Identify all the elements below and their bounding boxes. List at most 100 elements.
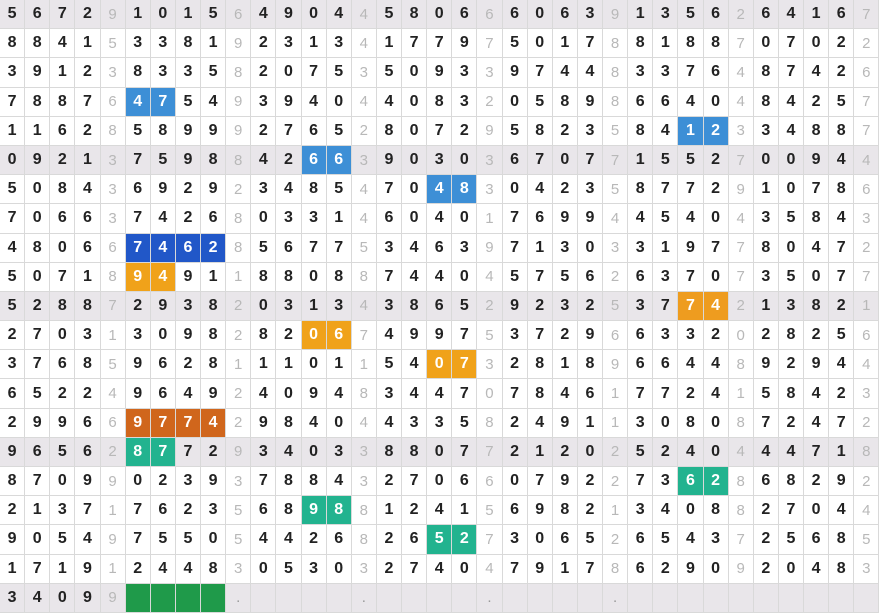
grid-cell: 2	[276, 145, 302, 176]
grid-cell: 4	[854, 350, 880, 380]
grid-cell: 2	[854, 467, 880, 497]
grid-cell: 3	[326, 291, 352, 322]
grid-cell: 0	[402, 58, 428, 88]
grid-cell: 6	[854, 321, 880, 351]
grid-cell: 3	[577, 175, 603, 205]
grid-cell: 5	[477, 321, 503, 351]
grid-cell: 3	[175, 291, 201, 322]
grid-cell: 7	[452, 379, 478, 409]
grid-cell: 7	[402, 554, 428, 584]
grid-cell: 7	[125, 145, 151, 176]
grid-cell: 2	[753, 496, 779, 526]
grid-cell: 7	[728, 262, 754, 292]
grid-cell: 3	[100, 204, 126, 234]
grid-cell: 4	[326, 467, 352, 497]
grid-cell: 3	[201, 496, 227, 526]
grid-cell: 4	[351, 291, 377, 322]
grid-cell: 3	[226, 467, 252, 497]
grid-cell: 1	[678, 116, 704, 146]
grid-cell: 8	[376, 116, 402, 146]
grid-cell: 5	[0, 262, 26, 292]
grid-cell: 1	[376, 29, 402, 59]
grid-cell: 3	[854, 379, 880, 409]
grid-cell: 2	[0, 408, 26, 438]
grid-cell: 5	[376, 0, 402, 30]
grid-cell: 7	[628, 379, 654, 409]
grid-cell: 4	[402, 262, 428, 292]
grid-cell: 4	[276, 175, 302, 205]
grid-cell: 5	[251, 233, 277, 263]
grid-cell: 4	[577, 58, 603, 88]
grid-cell: 5	[175, 525, 201, 555]
grid-cell: 7	[577, 554, 603, 584]
grid-cell: 7	[527, 262, 553, 292]
grid-cell: 2	[75, 58, 101, 88]
grid-cell: 6	[477, 0, 503, 30]
grid-cell: 9	[251, 408, 277, 438]
grid-cell: 3	[276, 29, 302, 59]
grid-cell: 1	[728, 379, 754, 409]
grid-cell: 4	[175, 379, 201, 409]
grid-cell: 2	[804, 467, 830, 497]
grid-cell: 4	[201, 87, 227, 117]
grid-cell: 3	[125, 29, 151, 59]
grid-cell: 0	[301, 0, 327, 30]
grid-cell: 4	[351, 408, 377, 438]
grid-cell: 7	[678, 58, 704, 88]
grid-cell: 0	[427, 350, 453, 380]
grid-cell: 4	[427, 496, 453, 526]
grid-cell: 3	[452, 233, 478, 263]
grid-cell: 0	[452, 262, 478, 292]
grid-cell: 6	[301, 145, 327, 176]
grid-cell: 9	[552, 467, 578, 497]
grid-cell: 6	[628, 554, 654, 584]
grid-cell: 2	[753, 525, 779, 555]
grid-cell: 3	[150, 29, 176, 59]
grid-cell: 8	[628, 29, 654, 59]
grid-cell: 9	[477, 233, 503, 263]
grid-cell: 6	[703, 0, 729, 30]
grid-cell: 0	[150, 0, 176, 30]
grid-cell: 4	[75, 525, 101, 555]
grid-cell: 0	[552, 145, 578, 176]
grid-cell: 8	[452, 175, 478, 205]
grid-cell: 9	[804, 350, 830, 380]
grid-cell: 8	[251, 262, 277, 292]
grid-cell: 1	[75, 29, 101, 59]
grid-cell: 1	[276, 350, 302, 380]
grid-cell: 0	[703, 408, 729, 438]
grid-cell: 6	[251, 496, 277, 526]
grid-cell: 7	[427, 29, 453, 59]
grid-cell: 4	[351, 204, 377, 234]
grid-cell: 2	[175, 496, 201, 526]
grid-cell: 4	[703, 291, 729, 322]
grid-cell: 3	[628, 233, 654, 263]
grid-cell: 3	[376, 379, 402, 409]
grid-cell: 5	[829, 321, 855, 351]
grid-cell: 6	[577, 379, 603, 409]
grid-cell: 8	[552, 496, 578, 526]
grid-cell: 4	[150, 554, 176, 584]
grid-cell: 1	[477, 204, 503, 234]
grid-cell: 4	[552, 58, 578, 88]
grid-cell: 4	[351, 29, 377, 59]
grid-cell: 5	[427, 525, 453, 555]
grid-cell: 4	[753, 437, 779, 467]
grid-cell: 1	[0, 554, 26, 584]
grid-cell: 1	[603, 379, 629, 409]
grid-cell: 4	[0, 233, 26, 263]
grid-cell: 3	[728, 116, 754, 146]
grid-cell: 2	[175, 204, 201, 234]
grid-cell	[703, 583, 729, 613]
grid-cell: 0	[402, 175, 428, 205]
grid-cell: 7	[829, 408, 855, 438]
grid-cell: 5	[502, 262, 528, 292]
grid-cell: 9	[301, 379, 327, 409]
grid-cell: 4	[276, 525, 302, 555]
grid-cell: 0	[804, 496, 830, 526]
grid-cell: 0	[502, 87, 528, 117]
grid-cell: 8	[226, 145, 252, 176]
grid-cell: 7	[678, 291, 704, 322]
grid-cell: 3	[678, 321, 704, 351]
grid-cell: 7	[251, 467, 277, 497]
